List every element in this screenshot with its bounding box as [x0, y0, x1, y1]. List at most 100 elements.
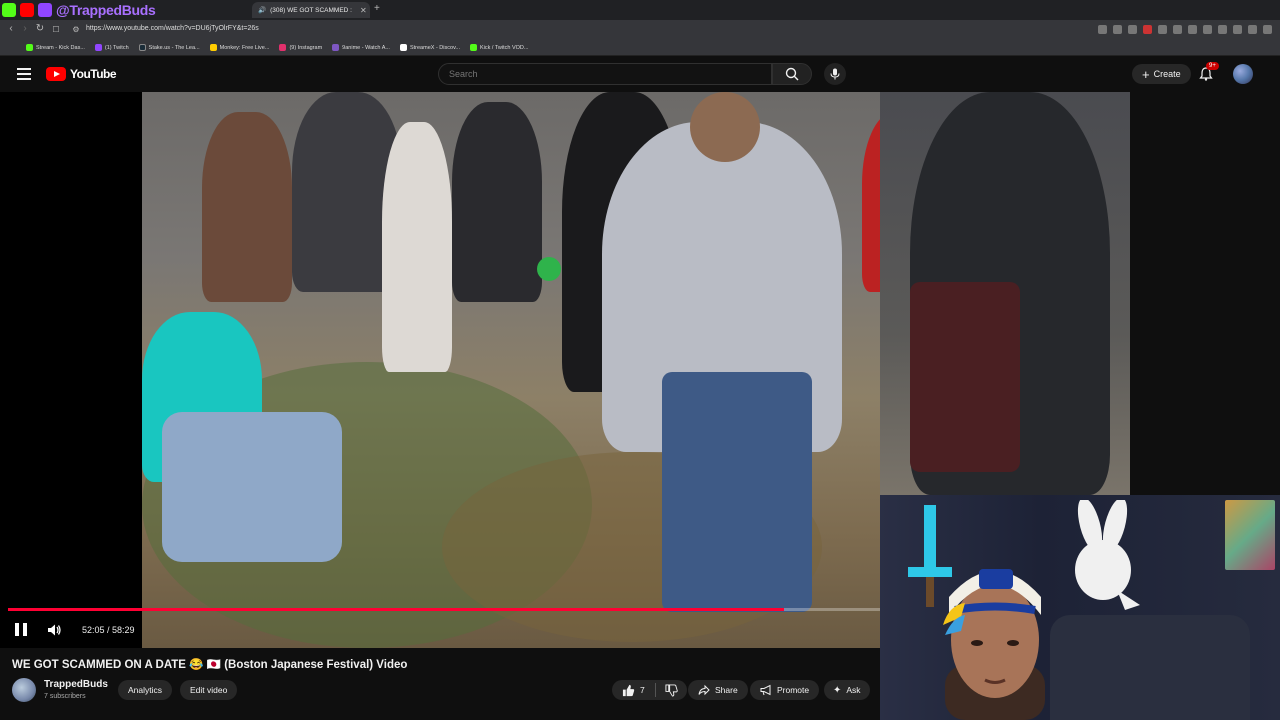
stream-overlay-brand: @TrappedBuds [0, 0, 156, 20]
progress-bar[interactable] [8, 608, 880, 611]
seated-person-jeans [162, 412, 342, 562]
overlay-handle: @TrappedBuds [56, 2, 156, 18]
extension-icon[interactable] [1263, 25, 1272, 34]
browser-tab-active[interactable]: 🔊 (308) WE GOT SCAMMED : ✕ [252, 2, 370, 18]
bookmark-item[interactable]: (9) Instagram [279, 44, 322, 51]
extension-icon[interactable] [1248, 25, 1257, 34]
bookmark-favicon [138, 44, 146, 51]
bookmark-label: Kick / Twitch VOD... [480, 44, 529, 51]
channel-avatar[interactable] [12, 678, 36, 702]
bookmark-item[interactable]: StreameX - Discov... [399, 44, 460, 51]
promote-button[interactable]: Promote [750, 680, 820, 700]
create-button[interactable]: + Create [1132, 64, 1191, 84]
crowd-person [862, 112, 880, 292]
extension-icon[interactable] [1098, 25, 1107, 34]
youtube-icon [20, 3, 34, 17]
bookmark-label: (9) Instagram [289, 44, 323, 51]
extension-icon[interactable] [1218, 25, 1227, 34]
speaker-icon: 🔊 [258, 7, 267, 14]
extension-icons [1098, 25, 1272, 34]
bookmark-favicon [209, 44, 217, 51]
subscriber-count: 7 subscribers [44, 693, 86, 700]
crowd-person [452, 102, 542, 302]
search-input[interactable] [439, 64, 771, 84]
kick-icon [2, 3, 16, 17]
bookmark-favicon [399, 44, 407, 51]
bookmark-label: Stream - Kick Das... [36, 44, 85, 51]
account-avatar[interactable] [1233, 64, 1253, 84]
like-dislike-group: 7 [612, 680, 687, 700]
time-display: 52:05 / 58:29 [82, 625, 135, 635]
like-button[interactable]: 7 [612, 683, 656, 697]
dislike-button[interactable] [656, 683, 687, 697]
bookmark-item[interactable]: Kick / Twitch VOD... [470, 44, 529, 51]
twitch-icon [38, 3, 52, 17]
video-frame [142, 92, 880, 648]
extension-icon[interactable] [1203, 25, 1212, 34]
forward-icon[interactable]: › [19, 23, 31, 34]
menu-icon[interactable] [17, 68, 31, 80]
extension-icon[interactable] [1233, 25, 1242, 34]
video-title: WE GOT SCAMMED ON A DATE 😂 🇯🇵 (Boston Ja… [12, 659, 408, 671]
volume-icon[interactable] [46, 622, 62, 638]
reload-icon[interactable]: ↻ [34, 23, 46, 34]
site-info-icon[interactable]: ⚙ [70, 25, 82, 34]
extension-icon[interactable] [1188, 25, 1197, 34]
bookmark-icon[interactable]: ☐ [50, 25, 62, 34]
edit-video-button[interactable]: Edit video [180, 680, 238, 700]
progress-fill [8, 608, 785, 611]
bookmark-favicon [332, 44, 340, 51]
main-person-head [690, 92, 760, 162]
youtube-logo[interactable]: YouTube [46, 67, 117, 81]
extension-icon[interactable] [1143, 25, 1152, 34]
kendama-ball [537, 257, 561, 281]
streamer-face [943, 569, 1045, 720]
bookmark-favicon [279, 44, 287, 51]
search-icon [785, 67, 799, 81]
bookmark-item[interactable]: Stream - Kick Das... [26, 44, 85, 51]
bookmark-favicon [26, 44, 33, 51]
bookmark-item[interactable]: 9anime - Watch A... [332, 44, 390, 51]
analytics-button[interactable]: Analytics [118, 680, 173, 700]
bookmark-label: 9anime - Watch A... [342, 44, 390, 51]
ask-button[interactable]: ✦ Ask [824, 680, 870, 700]
extension-icon[interactable] [1113, 25, 1122, 34]
bookmark-item[interactable]: (1) Twitch [94, 44, 129, 51]
sparkle-icon: ✦ [833, 684, 842, 696]
url-field[interactable]: https://www.youtube.com/watch?v=DU6jTyOl… [86, 25, 259, 32]
promote-label: Promote [777, 685, 810, 695]
bookmark-item[interactable]: Monkey: Free Live... [209, 44, 270, 51]
bookmark-label: Stake.us - The Lea... [148, 44, 200, 51]
thumbs-up-icon [622, 684, 635, 696]
extension-icon[interactable] [1173, 25, 1182, 34]
crowd-person-pants [910, 282, 1020, 472]
extension-icon[interactable] [1158, 25, 1167, 34]
crowd-person [382, 122, 452, 372]
main-person-jeans [662, 372, 812, 612]
back-icon[interactable]: ‹ [5, 23, 17, 34]
video-frame-right [880, 92, 1130, 495]
bookmarks-bar: Stream - Kick Das... (1) Twitch Stake.us… [0, 40, 1280, 56]
video-player[interactable]: 52:05 / 58:29 [0, 92, 880, 648]
tab-title: (308) WE GOT SCAMMED : [270, 6, 352, 14]
share-button[interactable]: Share [688, 680, 748, 700]
bookmark-label: Monkey: Free Live... [219, 44, 270, 51]
youtube-header: YouTube + Create 9+ [0, 56, 1280, 92]
share-label: Share [715, 685, 738, 695]
share-icon [698, 684, 710, 696]
like-count: 7 [640, 685, 645, 695]
bookmark-label: StreameX - Discov... [409, 44, 460, 51]
wall-poster [1225, 500, 1275, 570]
notification-badge: 9+ [1206, 62, 1219, 70]
bookmark-item[interactable]: Stake.us - The Lea... [138, 44, 200, 51]
close-icon[interactable]: ✕ [360, 6, 367, 15]
voice-search-button[interactable] [824, 63, 846, 85]
ask-label: Ask [846, 685, 861, 695]
channel-name[interactable]: TrappedBuds [44, 679, 108, 690]
search-button[interactable] [772, 63, 812, 85]
pause-button[interactable] [15, 623, 27, 636]
gaming-chair [1050, 615, 1250, 720]
bookmark-favicon [470, 44, 477, 51]
extension-icon[interactable] [1128, 25, 1137, 34]
new-tab-button[interactable]: + [374, 3, 380, 14]
